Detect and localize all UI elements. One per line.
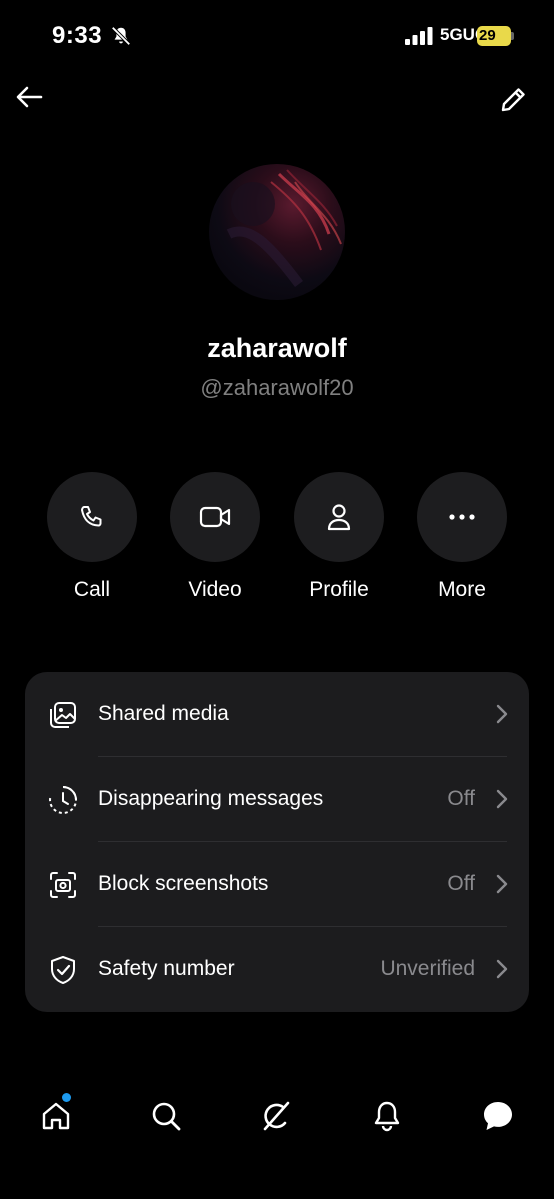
gallery-icon [50, 702, 76, 728]
screenshot-icon [50, 872, 76, 898]
back-button[interactable] [12, 82, 46, 112]
status-bar: 9:33 5GUC 29 [0, 0, 554, 74]
conversation-settings-card: Shared media Disappearing messages Off B… [25, 672, 529, 1012]
more-icon [449, 514, 475, 520]
shared-media-row[interactable]: Shared media [25, 672, 529, 757]
notification-dot [62, 1093, 71, 1102]
video-label: Video [188, 578, 242, 601]
video-icon [199, 506, 231, 528]
grok-icon [263, 1101, 290, 1131]
disappearing-messages-label: Disappearing messages [98, 787, 324, 810]
more-label: More [438, 578, 486, 601]
arrow-left-icon [16, 86, 43, 108]
nav-notifications[interactable] [365, 1094, 409, 1138]
shield-check-icon [51, 956, 75, 984]
chevron-right-icon [496, 874, 508, 894]
safety-number-value: Unverified [380, 957, 475, 980]
more-button[interactable]: More [417, 472, 507, 602]
call-button[interactable]: Call [47, 472, 137, 602]
chevron-right-icon [496, 704, 508, 724]
safety-number-label: Safety number [98, 957, 235, 980]
block-screenshots-row[interactable]: Block screenshots Off [25, 842, 529, 927]
block-screenshots-value: Off [447, 872, 475, 895]
edit-button[interactable] [497, 82, 531, 116]
nav-grok[interactable] [254, 1094, 298, 1138]
search-icon [152, 1102, 181, 1131]
cell-signal-icon [405, 27, 433, 45]
call-label: Call [73, 578, 111, 601]
status-time: 9:33 [52, 22, 103, 49]
nav-search[interactable] [144, 1094, 188, 1138]
profile-button[interactable]: Profile [294, 472, 384, 602]
shared-media-label: Shared media [98, 702, 229, 725]
profile-handle: @zaharawolf20 [200, 375, 354, 400]
notifications-icon [374, 1101, 400, 1132]
chevron-right-icon [496, 789, 508, 809]
nav-messages[interactable] [476, 1094, 520, 1138]
disappearing-messages-value: Off [447, 787, 475, 810]
home-icon [42, 1102, 70, 1130]
safety-number-row[interactable]: Safety number Unverified [25, 927, 529, 1012]
nav-home[interactable] [34, 1094, 78, 1138]
battery-level: 29 [479, 27, 496, 44]
chevron-right-icon [496, 959, 508, 979]
avatar[interactable] [209, 164, 345, 300]
profile-name: zaharawolf [207, 333, 347, 363]
pencil-icon [501, 88, 525, 112]
messages-icon [484, 1102, 512, 1130]
video-button[interactable]: Video [170, 472, 260, 602]
person-icon [327, 504, 351, 531]
profile-label: Profile [309, 578, 369, 601]
battery-icon: 29 [477, 26, 514, 46]
block-screenshots-label: Block screenshots [98, 872, 269, 895]
avatar-image [226, 169, 342, 288]
timer-icon [49, 786, 78, 814]
phone-icon [81, 506, 102, 527]
bell-off-icon [111, 26, 131, 46]
disappearing-messages-row[interactable]: Disappearing messages Off [25, 757, 529, 842]
